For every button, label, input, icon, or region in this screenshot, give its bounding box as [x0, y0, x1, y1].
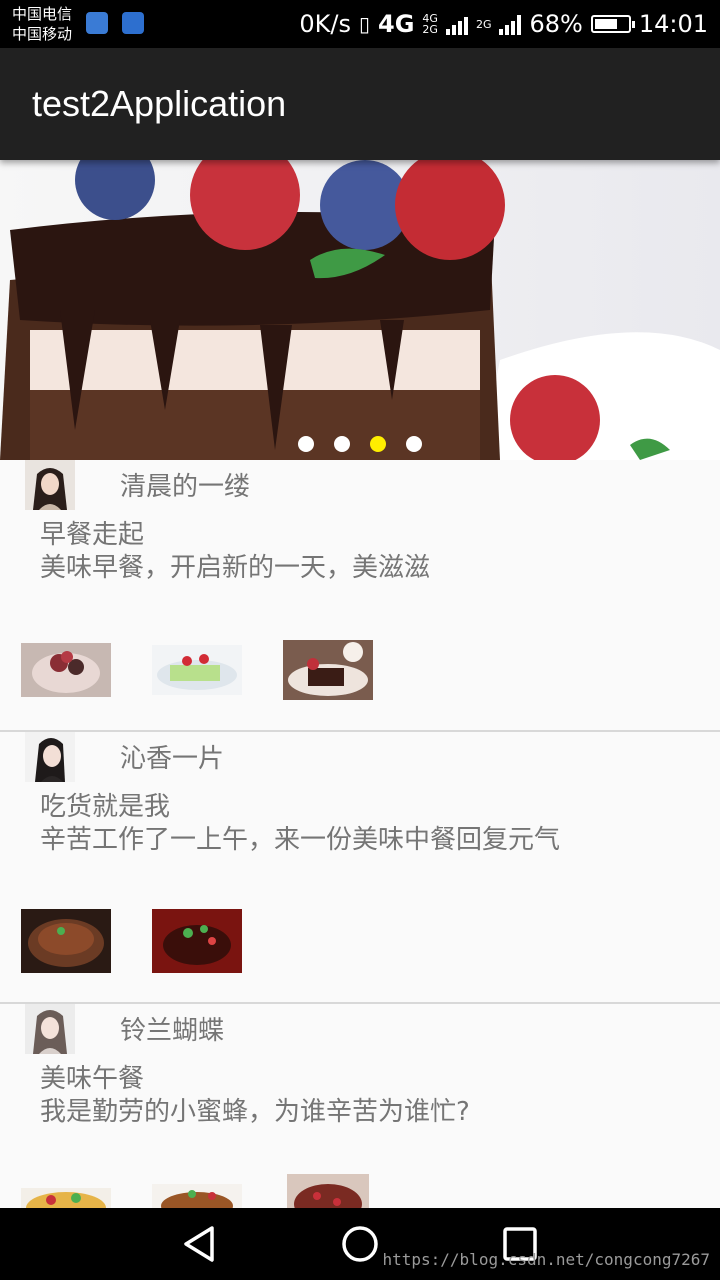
home-button[interactable] [336, 1220, 384, 1268]
home-icon [342, 1226, 378, 1262]
net-type: 4G [378, 10, 415, 38]
carousel-dot[interactable] [370, 436, 386, 452]
avatar [25, 1004, 75, 1054]
avatar [25, 460, 75, 510]
post-author: 铃兰蝴蝶 [120, 1016, 225, 1046]
app-bar: test2Application [0, 48, 720, 160]
post-author: 清晨的一缕 [120, 472, 251, 502]
status-bar: 中国电信 中国移动 0K/s ▯ 4G 4G 2G 2G 68% 14:01 [0, 0, 720, 48]
signal-icon: 4G 2G [422, 13, 438, 35]
signal-bars-icon [445, 13, 468, 35]
list-item[interactable]: 清晨的一缕 早餐走起 美味早餐，开启新的一天，美滋滋 [0, 460, 720, 732]
post-image[interactable] [21, 909, 111, 973]
carousel-dot[interactable] [406, 436, 422, 452]
watermark: https://blog.csdn.net/congcong7267 [382, 1250, 710, 1269]
post-title: 早餐走起 [40, 520, 145, 550]
signal-icon: 2G [476, 19, 492, 30]
carrier-2: 中国移动 [12, 25, 73, 43]
post-title: 吃货就是我 [40, 792, 171, 822]
battery-icon [590, 15, 635, 33]
back-button[interactable] [176, 1220, 224, 1268]
carousel-dot[interactable] [334, 436, 350, 452]
post-image[interactable] [152, 645, 242, 695]
back-icon [184, 1226, 214, 1262]
post-body: 辛苦工作了一上午，来一份美味中餐回复元气 [40, 825, 561, 855]
cake-image [0, 160, 720, 460]
signal-bars-icon [499, 13, 522, 35]
carousel-dot[interactable] [298, 436, 314, 452]
post-body: 美味早餐，开启新的一天，美滋滋 [40, 553, 431, 583]
status-icons: 0K/s ▯ 4G 4G 2G 2G 68% 14:01 [299, 8, 708, 40]
net-speed: 0K/s [299, 10, 351, 38]
notification-app-icon [86, 12, 108, 34]
post-image[interactable] [21, 643, 111, 697]
post-image[interactable] [152, 909, 242, 973]
post-title: 美味午餐 [40, 1064, 145, 1094]
clock: 14:01 [638, 10, 708, 38]
carrier-1: 中国电信 [12, 5, 73, 23]
avatar [25, 732, 75, 782]
banner-carousel[interactable] [0, 160, 720, 460]
list-item[interactable]: 沁香一片 吃货就是我 辛苦工作了一上午，来一份美味中餐回复元气 [0, 732, 720, 1004]
navigation-bar [0, 1208, 720, 1280]
post-image[interactable] [283, 640, 373, 700]
carousel-indicators [0, 436, 720, 452]
notification-app-icon [122, 12, 144, 34]
signal-label: 2G [475, 17, 492, 31]
carrier-labels: 中国电信 中国移动 [12, 4, 72, 44]
vibrate-icon: ▯ [359, 12, 371, 36]
post-author: 沁香一片 [120, 744, 225, 774]
post-body: 我是勤劳的小蜜蜂，为谁辛苦为谁忙? [40, 1097, 470, 1127]
battery-percent: 68% [529, 10, 583, 38]
signal-label: 2G [422, 23, 438, 36]
app-title: test2Application [32, 83, 287, 124]
